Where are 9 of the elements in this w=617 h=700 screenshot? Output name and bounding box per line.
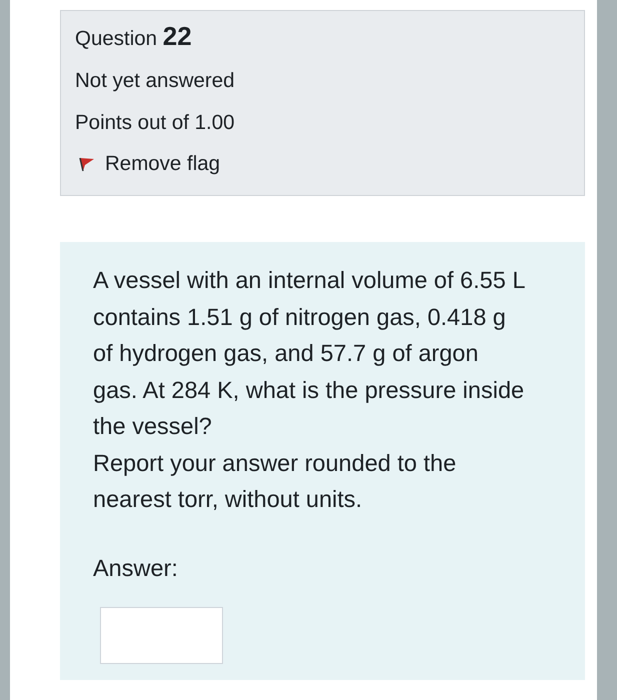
status-text: Not yet answered [75,70,236,92]
question-text: A vessel with an internal volume of 6.55 L contains 1.51 g of nitrogen gas, 0.418 g of hydrogen gas, and 57.7 g of argon gas. At 284 K, what is the pressure inside the vessel? [93,266,526,441]
question-number: Question 22 [75,25,193,50]
remove-flag-link[interactable]: Remove flag [79,154,220,174]
answer-field[interactable] [100,607,223,664]
question-text: Report your answer rounded to the nearest torr, without units. [93,448,458,514]
flag-icon [79,156,95,172]
points-text: Points out of 1.00 [75,112,236,134]
answer-label: Answer: [93,554,179,582]
